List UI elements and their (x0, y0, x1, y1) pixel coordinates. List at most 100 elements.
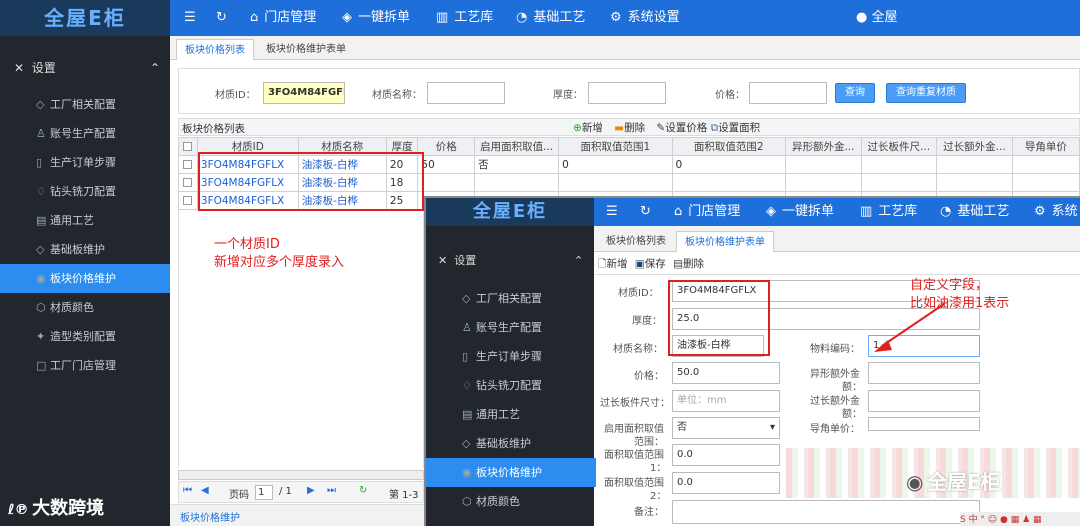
sidebar2-item-3[interactable]: ♢ 钻头铣刀配置 (426, 371, 596, 400)
next-page-icon[interactable]: ▶ (307, 485, 315, 496)
tab-bar: 板块价格列表 板块价格维护表单 (170, 36, 1080, 60)
sidebar-item-9[interactable]: □ 工厂门店管理 (0, 351, 170, 380)
sidebar2-item-6[interactable]: ◉ 板块价格维护 (426, 458, 596, 487)
column-header[interactable]: 过长额外金... (936, 137, 1013, 156)
sidebar2-item-icon: ♢ (462, 379, 472, 392)
nav2-item-6[interactable]: ⚙ 系统 (1034, 198, 1078, 226)
sidebar-item-icon: ⬡ (36, 301, 46, 314)
nav2-item-0[interactable]: ☰ (606, 198, 618, 226)
form-long-extra-input[interactable] (868, 390, 980, 412)
sidebar2-item-0[interactable]: ◇ 工厂相关配置 (426, 284, 596, 313)
tab-price-form[interactable]: 板块价格维护表单 (258, 39, 354, 60)
sidebar-item-6[interactable]: ◉ 板块价格维护 (0, 264, 170, 293)
prev-page-icon[interactable]: ◀ (201, 485, 209, 496)
sidebar-item-8[interactable]: ✦ 造型类别配置 (0, 322, 170, 351)
nav-item-5[interactable]: ◔ 基础工艺 (516, 0, 585, 36)
nav-item-2[interactable]: ⌂ 门店管理 (250, 0, 316, 36)
breadcrumb: 板块价格维护 (180, 513, 240, 524)
form-special-extra-input[interactable] (868, 362, 980, 384)
nav-item-3[interactable]: ◈ 一键拆单 (342, 0, 410, 36)
sidebar-item-5[interactable]: ◇ 基础板维护 (0, 235, 170, 264)
form-toolbar: 🗋新增 ▣保存 ▤删除 (598, 256, 704, 274)
tab-price-list[interactable]: 板块价格列表 (176, 39, 254, 60)
sidebar-item-7[interactable]: ⬡ 材质颜色 (0, 293, 170, 322)
add-button[interactable]: ⊕新增 (573, 122, 603, 134)
select-all-checkbox[interactable] (183, 142, 193, 151)
nav2-item-4[interactable]: ▥ 工艺库 (860, 198, 917, 226)
sidebar-section-settings[interactable]: ✕ 设置 ⌃ (0, 54, 170, 83)
query-button[interactable]: 查询 (835, 83, 875, 103)
form-save-button[interactable]: ▣保存 (635, 258, 666, 270)
nav-item-1[interactable]: ↻ (216, 0, 227, 36)
sidebar2-item-icon: ◉ (462, 466, 472, 479)
nav2-item-3[interactable]: ◈ 一键拆单 (766, 198, 834, 226)
row-checkbox[interactable] (183, 160, 193, 169)
query-duplicate-button[interactable]: 查询重复材质 (886, 83, 966, 103)
set-price-button[interactable]: ✎设置价格 (656, 122, 707, 134)
sidebar-item-1[interactable]: ♙ 账号生产配置 (0, 119, 170, 148)
form-range2-input[interactable]: 0.0 (672, 472, 780, 494)
plus-icon: ⊕ (573, 122, 582, 134)
cell-r1 (558, 173, 673, 192)
sidebar2-item-2[interactable]: ▯ 生产订单步骤 (426, 342, 596, 371)
form-bevel-input[interactable] (868, 417, 980, 431)
sidebar-item-2[interactable]: ▯ 生产订单步骤 (0, 148, 170, 177)
last-page-icon[interactable]: ⏭ (327, 485, 336, 496)
horizontal-scrollbar[interactable] (178, 470, 424, 480)
row-checkbox[interactable] (183, 196, 193, 205)
user-menu[interactable]: ● 全屋 (856, 0, 898, 36)
thickness-label: 厚度： (553, 90, 583, 101)
form-long-size-input[interactable]: 单位：mm (672, 390, 780, 412)
overlay-tab-price-form[interactable]: 板块价格维护表单 (676, 231, 774, 252)
sidebar-item-0[interactable]: ◇ 工厂相关配置 (0, 90, 170, 119)
nav2-item-5[interactable]: ◔ 基础工艺 (940, 198, 1009, 226)
form-thickness-label: 厚度： (632, 316, 662, 327)
form-add-button[interactable]: 🗋新增 (598, 258, 627, 270)
sidebar2-item-5[interactable]: ◇ 基础板维护 (426, 429, 596, 458)
overlay-sidebar-section[interactable]: ✕ 设置 ⌃ (426, 246, 594, 275)
form-note-input[interactable] (672, 500, 980, 524)
sidebar2-item-4[interactable]: ▤ 通用工艺 (426, 400, 596, 429)
material-id-input[interactable]: 3FO4M84FGFLX (263, 82, 345, 104)
form-code-label: 物料编码： (810, 344, 860, 355)
watermark-left: ℓ℗ 大数跨境 (8, 498, 105, 519)
form-delete-button[interactable]: ▤删除 (673, 258, 704, 270)
list-title: 板块价格列表 (182, 123, 245, 135)
nav2-item-1[interactable]: ↻ (640, 198, 651, 226)
first-page-icon[interactable]: ⏮ (183, 485, 192, 496)
sidebar2-item-1[interactable]: ♙ 账号生产配置 (426, 313, 596, 342)
sidebar-item-4[interactable]: ▤ 通用工艺 (0, 206, 170, 235)
nav2-icon-5: ◔ (940, 204, 952, 219)
column-header[interactable]: 面积取值范围2 (671, 137, 786, 156)
nav-item-4[interactable]: ▥ 工艺库 (436, 0, 493, 36)
sidebar-item-icon: ✦ (36, 330, 46, 343)
column-header[interactable]: 价格 (417, 137, 476, 156)
nav-item-6[interactable]: ⚙ 系统设置 (610, 0, 680, 36)
thickness-input[interactable] (588, 82, 666, 104)
nav-item-0[interactable]: ☰ (184, 0, 196, 36)
app-logo: 全屋E柜 (0, 0, 170, 36)
material-name-input[interactable] (427, 82, 505, 104)
set-area-button[interactable]: ⧉设置面积 (711, 122, 761, 134)
nav2-item-2[interactable]: ⌂ 门店管理 (674, 198, 740, 226)
delete-button[interactable]: ▬删除 (614, 122, 645, 134)
sidebar2-item-7[interactable]: ⬡ 材质颜色 (426, 487, 596, 516)
sidebar-item-3[interactable]: ♢ 钻头铣刀配置 (0, 177, 170, 206)
column-header[interactable]: 异形额外金... (784, 137, 862, 156)
form-enable-select[interactable]: 否 ▾ (672, 417, 780, 439)
row-checkbox[interactable] (183, 178, 193, 187)
refresh-icon[interactable]: ↻ (359, 485, 367, 496)
form-note-label: 备注： (634, 507, 664, 518)
column-header[interactable]: 面积取值范围1 (558, 137, 673, 156)
nav-icon-1: ↻ (216, 10, 227, 25)
overlay-tab-price-list[interactable]: 板块价格列表 (598, 231, 674, 252)
form-price-input[interactable]: 50.0 (672, 362, 780, 384)
column-header[interactable]: 启用面积取值... (474, 137, 560, 156)
column-header[interactable]: 导角单价 (1011, 137, 1080, 156)
column-header[interactable]: 过长板件尺... (860, 137, 938, 156)
overlay-logo: 全屋E柜 (426, 198, 594, 226)
form-range1-input[interactable]: 0.0 (672, 444, 780, 466)
user-name: 全屋 (871, 10, 898, 25)
price-input[interactable] (749, 82, 827, 104)
page-input[interactable]: 1 (255, 485, 273, 500)
